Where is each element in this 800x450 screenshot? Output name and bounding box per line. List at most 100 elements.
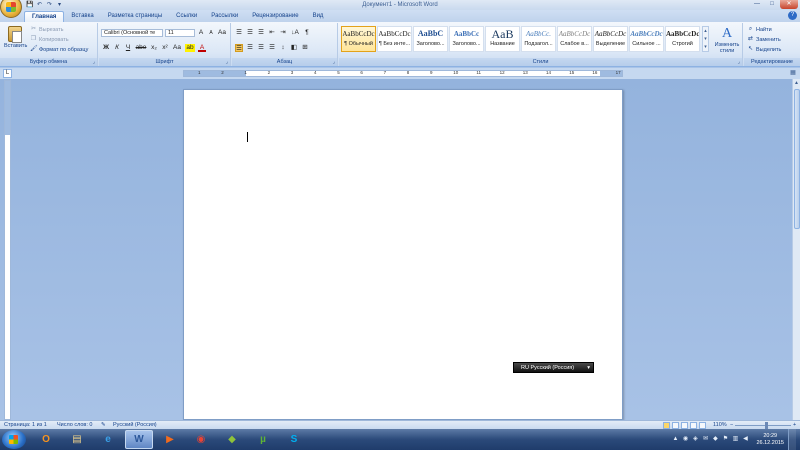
clock[interactable]: 20:29 26.12.2015 [756, 433, 784, 447]
minimize-button[interactable]: — [750, 0, 764, 9]
taskbar-app-explorer[interactable]: ▤ [63, 430, 91, 449]
outline-icon[interactable] [690, 422, 697, 429]
decrease-indent-button[interactable]: ⇤ [268, 29, 276, 37]
font-name-combo[interactable]: Calibri (Основной те [101, 29, 163, 37]
tab-view[interactable]: Вид [306, 11, 331, 22]
strikethrough-button[interactable]: abe [135, 44, 147, 52]
web-layout-icon[interactable] [681, 422, 688, 429]
multilevel-list-button[interactable]: ☰ [257, 29, 265, 37]
zoom-slider-knob[interactable] [765, 422, 768, 429]
chevron-down-icon[interactable]: ▾ [587, 363, 590, 374]
maximize-button[interactable]: □ [765, 0, 779, 9]
close-button[interactable]: ✕ [780, 0, 798, 9]
start-button[interactable] [2, 430, 26, 449]
style-emphasis[interactable]: AaBbCcDc Выделение [593, 26, 628, 52]
styles-launcher-icon[interactable]: ⌟ [738, 59, 740, 65]
show-desktop-button[interactable] [788, 429, 796, 450]
horizontal-ruler[interactable]: 1 2 1 2 3 4 5 6 7 8 9 10 11 12 13 14 15 16 17 [183, 70, 623, 77]
superscript-button[interactable]: x² [161, 44, 169, 52]
grow-font-button[interactable]: A [197, 29, 205, 37]
taskbar-app-media-player[interactable]: ▶ [156, 430, 184, 449]
clipboard-launcher-icon[interactable]: ⌟ [93, 59, 95, 65]
tab-home[interactable]: Главная [24, 11, 65, 22]
scroll-thumb[interactable] [794, 89, 800, 229]
scroll-up-icon[interactable]: ▲ [793, 79, 800, 87]
language-bar[interactable]: RU Русский (Россия) ▾ [513, 362, 594, 373]
align-center-button[interactable]: ☰ [246, 44, 254, 52]
style-title[interactable]: AaB Название [485, 26, 520, 52]
taskbar-app-chrome[interactable]: ◉ [187, 430, 215, 449]
highlight-button[interactable]: ab [185, 44, 195, 52]
find-button[interactable]: ⌕ Найти [747, 26, 772, 33]
ruler-toggle-icon[interactable]: ▦ [789, 69, 797, 78]
print-layout-icon[interactable] [663, 422, 670, 429]
clear-format-button[interactable]: Aa [217, 29, 227, 37]
taskbar-app-ie[interactable]: e [94, 430, 122, 449]
taskbar-app-skype[interactable]: S [280, 430, 308, 449]
increase-indent-button[interactable]: ⇥ [279, 29, 287, 37]
font-launcher-icon[interactable]: ⌟ [226, 59, 228, 65]
vertical-ruler[interactable] [4, 80, 11, 420]
skype-icon: S [290, 434, 298, 445]
justify-button[interactable]: ☰ [268, 44, 276, 52]
align-right-button[interactable]: ☰ [257, 44, 265, 52]
style-heading-1[interactable]: AaBbC Заголово... [413, 26, 448, 52]
volume-icon[interactable]: ◀ [742, 436, 748, 443]
full-screen-reading-icon[interactable] [672, 422, 679, 429]
paragraph-launcher-icon[interactable]: ⌟ [333, 59, 335, 65]
numbering-button[interactable]: ☰ [246, 29, 254, 37]
taskbar-app-odnoklassniki[interactable]: О [32, 430, 60, 449]
style-strong[interactable]: AaBbCcDc Строгий [665, 26, 700, 52]
change-case-button[interactable]: Aa [172, 44, 182, 52]
style-subtle-emphasis[interactable]: AaBbCcDc Слабое в... [557, 26, 592, 52]
paste-button[interactable]: Вставить [4, 26, 27, 49]
tray-app-icon[interactable]: ◉ [682, 436, 688, 443]
change-styles-button[interactable]: A Изменить стили [712, 26, 742, 54]
style-heading-2[interactable]: AaBbCc Заголово... [449, 26, 484, 52]
draft-icon[interactable] [699, 422, 706, 429]
style-no-spacing[interactable]: AaBbCcDc ¶ Без инте... [377, 26, 412, 52]
styles-gallery-scroll[interactable]: ▴ ▾ ▾ [702, 26, 709, 52]
cut-button[interactable]: ✂ Вырезать [30, 26, 63, 33]
style-normal[interactable]: AaBbCcDc ¶ Обычный [341, 26, 376, 52]
select-label: Выделить [756, 46, 782, 53]
help-icon[interactable]: ? [788, 11, 797, 20]
tab-references[interactable]: Ссылки [169, 11, 204, 22]
font-color-button[interactable]: A [198, 44, 206, 52]
flag-icon[interactable]: ⚑ [722, 436, 728, 443]
tab-selector[interactable]: L [3, 69, 12, 78]
show-marks-button[interactable]: ¶ [303, 29, 311, 37]
style-intense-emphasis[interactable]: AaBbCcDc Сильное ... [629, 26, 664, 52]
show-hidden-icons-icon[interactable]: ▲ [672, 436, 678, 443]
align-left-button[interactable]: ☰ [235, 44, 243, 52]
underline-button[interactable]: Ч [124, 44, 132, 52]
subscript-button[interactable]: x₂ [150, 44, 158, 52]
tray-app-icon[interactable]: ✉ [702, 436, 708, 443]
shading-button[interactable]: ◧ [290, 44, 298, 52]
tab-mailings[interactable]: Рассылки [204, 11, 245, 22]
copy-button[interactable]: ❐ Копировать [30, 36, 69, 43]
format-painter-button[interactable]: 🖌 Формат по образцу [30, 46, 88, 53]
taskbar-app-word[interactable]: W [125, 430, 153, 449]
line-spacing-button[interactable]: ↕ [279, 44, 287, 52]
replace-button[interactable]: ⇄ Заменить [747, 36, 781, 43]
italic-button[interactable]: К [113, 44, 121, 52]
select-button[interactable]: ↖ Выделить [747, 46, 781, 53]
tab-review[interactable]: Рецензирование [245, 11, 305, 22]
borders-button[interactable]: ⊞ [301, 44, 309, 52]
network-icon[interactable]: ▥ [732, 436, 739, 443]
tab-insert[interactable]: Вставка [64, 11, 100, 22]
bold-button[interactable]: Ж [102, 44, 110, 52]
font-size-combo[interactable]: 11 [165, 29, 195, 37]
tab-page-layout[interactable]: Разметка страницы [101, 11, 169, 22]
bullets-button[interactable]: ☰ [235, 29, 243, 37]
shrink-font-button[interactable]: A [207, 29, 215, 37]
tray-app-icon[interactable]: ◈ [692, 436, 698, 443]
zoom-slider[interactable] [735, 425, 791, 426]
style-subtitle[interactable]: AaBbCc. Подзагол... [521, 26, 556, 52]
tray-app-icon[interactable]: ◆ [712, 436, 718, 443]
vertical-scrollbar[interactable]: ▲ [792, 79, 800, 420]
taskbar-app-utorrent[interactable]: µ [249, 430, 277, 449]
taskbar-app-winrar[interactable]: ◆ [218, 430, 246, 449]
sort-button[interactable]: ↓A [290, 29, 300, 37]
